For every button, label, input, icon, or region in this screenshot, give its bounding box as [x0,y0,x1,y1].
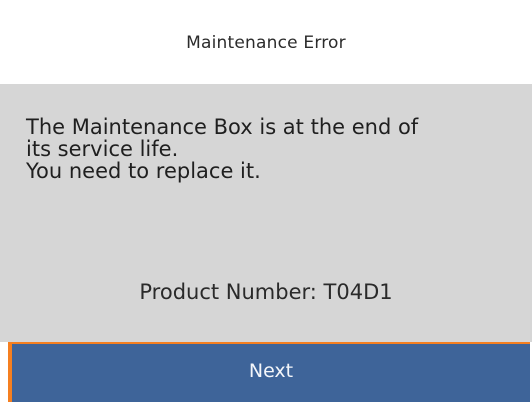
screen-title: Maintenance Error [186,33,346,53]
error-message: The Maintenance Box is at the end of its… [26,116,526,182]
next-button-label: Next [248,360,294,382]
maintenance-error-screen: Maintenance Error The Maintenance Box is… [0,0,532,403]
left-edge-spacer [0,342,8,403]
product-number: Product Number: T04D1 [139,280,393,304]
message-panel: The Maintenance Box is at the end of its… [0,84,532,342]
message-line-1: The Maintenance Box is at the end of [26,115,419,139]
title-bar: Maintenance Error [0,0,532,84]
message-line-3: You need to replace it. [26,159,261,183]
message-line-2: its service life. [26,137,179,161]
next-button[interactable]: Next [8,342,530,402]
